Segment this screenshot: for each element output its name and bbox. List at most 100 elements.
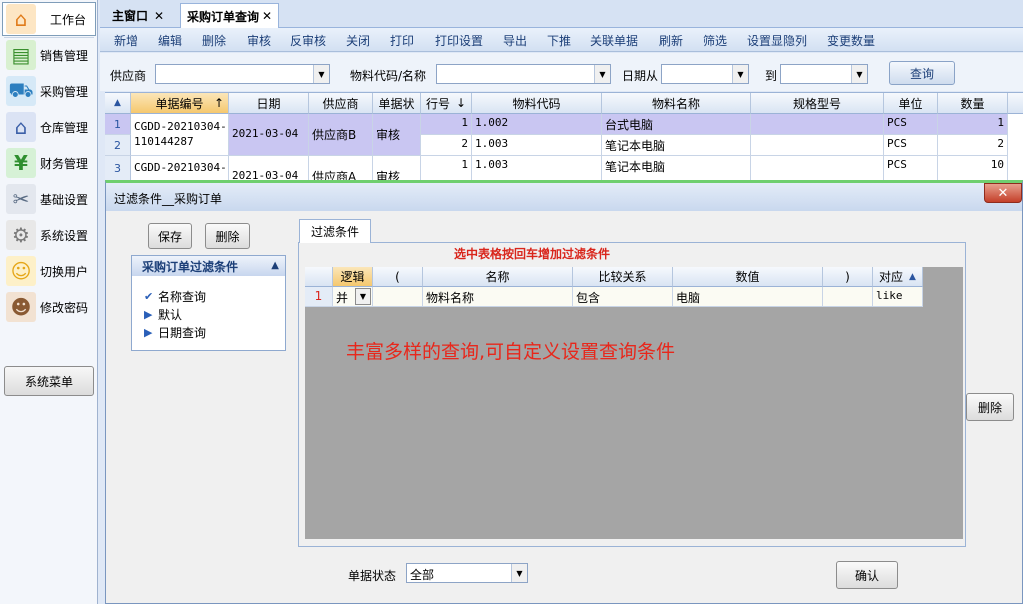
cell-open-paren[interactable] — [373, 287, 423, 307]
grid-corner[interactable] — [305, 267, 333, 287]
export-button[interactable]: 导出 — [503, 32, 527, 49]
cell-unit[interactable]: PCS — [884, 114, 938, 135]
cell-field-name[interactable]: 物料名称 — [423, 287, 573, 307]
chevron-down-icon[interactable]: ▼ — [511, 564, 527, 582]
close-icon[interactable]: ✕ — [262, 9, 272, 23]
sidebar-item-warehouse[interactable]: ⌂ 仓库管理 — [2, 110, 96, 144]
sidebar-item-purchase[interactable]: ⛟ 采购管理 — [2, 74, 96, 108]
sidebar-item-sales[interactable]: ▤ 销售管理 — [2, 38, 96, 72]
cell-material-name[interactable]: 笔记本电脑 — [602, 156, 751, 180]
header-open-paren[interactable]: ( — [373, 267, 423, 287]
sidebar-item-basic-settings[interactable]: ✂ 基础设置 — [2, 182, 96, 216]
delete-button[interactable]: 删除 — [202, 32, 226, 49]
sidebar-item-workbench[interactable]: ⌂ 工作台 — [2, 2, 96, 36]
cell-status[interactable]: 审核 — [373, 114, 421, 156]
cell-spec[interactable] — [751, 114, 884, 135]
related-docs-button[interactable]: 关联单据 — [590, 32, 638, 49]
tab-filter-conditions[interactable]: 过滤条件 — [299, 219, 371, 243]
date-to-picker[interactable]: ▼ — [780, 64, 868, 84]
print-button[interactable]: 打印 — [390, 32, 414, 49]
chevron-down-icon[interactable]: ▼ — [594, 65, 610, 83]
cell-quantity[interactable]: 10 — [938, 156, 1008, 180]
print-settings-button[interactable]: 打印设置 — [435, 32, 483, 49]
cell-relation[interactable]: 包含 — [573, 287, 673, 307]
header-overflow[interactable] — [1008, 93, 1023, 114]
cell-material-code[interactable]: 1.003 — [472, 156, 602, 180]
header-material-code[interactable]: 物料代码 — [472, 93, 602, 114]
close-order-button[interactable]: 关闭 — [346, 32, 370, 49]
cell-line-number[interactable]: 2 — [421, 135, 472, 156]
push-down-button[interactable]: 下推 — [547, 32, 571, 49]
change-quantity-button[interactable]: 变更数量 — [827, 32, 875, 49]
cell-value[interactable]: 电脑 — [673, 287, 823, 307]
cell-supplier[interactable]: 供应商B — [309, 114, 373, 156]
filter-panel-header[interactable]: 采购订单过滤条件 ▲ — [132, 256, 285, 276]
confirm-button[interactable]: 确认 — [836, 561, 898, 589]
close-icon[interactable]: ✕ — [984, 183, 1022, 203]
delete-scheme-button[interactable]: 删除 — [205, 223, 250, 249]
query-button[interactable]: 查询 — [889, 61, 955, 85]
approve-button[interactable]: 审核 — [247, 32, 271, 49]
filter-item-date-query[interactable]: ▶ 日期查询 — [144, 324, 206, 341]
save-button[interactable]: 保存 — [148, 223, 192, 249]
sidebar-item-finance[interactable]: ¥ 财务管理 — [2, 146, 96, 180]
filter-item-default[interactable]: ▶ 默认 — [144, 306, 182, 323]
cell-date[interactable]: 2021-03-04 — [229, 114, 309, 156]
chevron-down-icon[interactable]: ▼ — [851, 65, 867, 83]
edit-button[interactable]: 编辑 — [158, 32, 182, 49]
new-button[interactable]: 新增 — [114, 32, 138, 49]
row-number[interactable]: 1 — [305, 287, 333, 307]
cell-material-code[interactable]: 1.002 — [472, 114, 602, 135]
close-icon[interactable]: ✕ — [154, 9, 164, 23]
logic-select[interactable]: 并 ▼ — [333, 287, 373, 307]
cell-doc-number[interactable]: CGDD-20210304- — [131, 156, 229, 180]
cell-line-number[interactable]: 1 — [421, 156, 472, 180]
material-select[interactable]: ▼ — [436, 64, 611, 84]
refresh-button[interactable]: 刷新 — [659, 32, 683, 49]
chevron-down-icon[interactable]: ▼ — [313, 65, 329, 83]
cell-material-name[interactable]: 笔记本电脑 — [602, 135, 751, 156]
cell-material-name[interactable]: 台式电脑 — [602, 114, 751, 135]
dialog-title-bar[interactable]: 过滤条件__采购订单 ✕ — [106, 183, 1022, 211]
cell-quantity[interactable]: 2 — [938, 135, 1008, 156]
header-supplier[interactable]: 供应商 — [309, 93, 373, 114]
cell-supplier[interactable]: 供应商A — [309, 156, 373, 180]
unapprove-button[interactable]: 反审核 — [290, 32, 326, 49]
cell-doc-number[interactable]: CGDD-20210304- 110144287 — [131, 114, 229, 156]
header-field-name[interactable]: 名称 — [423, 267, 573, 287]
sidebar-item-system-settings[interactable]: ⚙ 系统设置 — [2, 218, 96, 252]
header-logic[interactable]: 逻辑 — [333, 267, 373, 287]
header-quantity[interactable]: 数量 — [938, 93, 1008, 114]
cell-date[interactable]: 2021-03-04 — [229, 156, 309, 180]
header-value[interactable]: 数值 — [673, 267, 823, 287]
delete-condition-button[interactable]: 删除 — [966, 393, 1014, 421]
header-unit[interactable]: 单位 — [884, 93, 938, 114]
column-visibility-button[interactable]: 设置显隐列 — [747, 32, 807, 49]
header-close-paren[interactable]: ) — [823, 267, 873, 287]
sidebar-item-change-password[interactable]: ☻ 修改密码 — [2, 290, 96, 324]
row-number[interactable]: 3 — [105, 156, 131, 180]
cell-status[interactable]: 审核 — [373, 156, 421, 180]
tab-main-window[interactable]: 主窗口 ✕ — [106, 3, 170, 28]
header-match[interactable]: 对应 ▲ — [873, 267, 923, 287]
header-spec[interactable]: 规格型号 — [751, 93, 884, 114]
filter-item-name-query[interactable]: ✔ 名称查询 — [144, 288, 206, 305]
cell-quantity[interactable]: 1 — [938, 114, 1008, 135]
cell-unit[interactable]: PCS — [884, 156, 938, 180]
cell-line-number[interactable]: 1 — [421, 114, 472, 135]
date-from-picker[interactable]: ▼ — [661, 64, 749, 84]
cell-material-code[interactable]: 1.003 — [472, 135, 602, 156]
header-date[interactable]: 日期 — [229, 93, 309, 114]
chevron-down-icon[interactable]: ▼ — [732, 65, 748, 83]
cell-close-paren[interactable] — [823, 287, 873, 307]
row-number[interactable]: 2 — [105, 135, 131, 156]
header-line-number[interactable]: 行号 ↓ — [421, 93, 472, 114]
row-number[interactable]: 1 — [105, 114, 131, 135]
header-material-name[interactable]: 物料名称 — [602, 93, 751, 114]
status-select[interactable]: 全部 ▼ — [406, 563, 528, 583]
chevron-down-icon[interactable]: ▼ — [355, 288, 371, 305]
supplier-select[interactable]: ▼ — [155, 64, 330, 84]
header-relation[interactable]: 比较关系 — [573, 267, 673, 287]
cell-spec[interactable] — [751, 156, 884, 180]
chevron-up-icon[interactable]: ▲ — [271, 260, 279, 271]
